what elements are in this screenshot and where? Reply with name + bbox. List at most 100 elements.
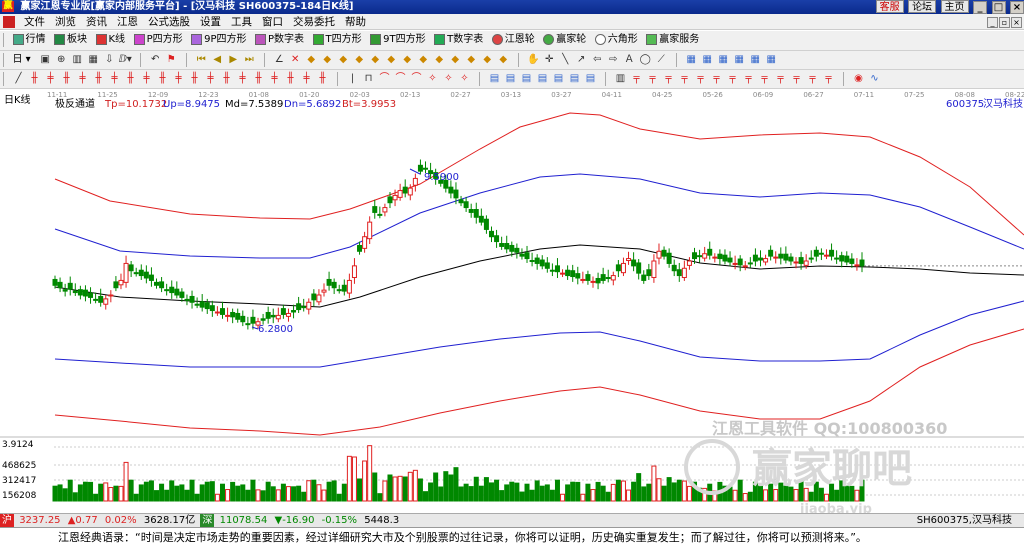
ray-icon[interactable]: ↗ (574, 53, 588, 67)
arrow-down-icon[interactable]: ⇩ (102, 53, 116, 67)
menu-info[interactable]: 资讯 (81, 14, 112, 30)
menu-window[interactable]: 窗口 (257, 14, 288, 30)
grid3-icon[interactable]: ▦ (716, 53, 730, 67)
draw-30-icon[interactable]: ▤ (504, 72, 518, 86)
menu-formula[interactable]: 公式选股 (143, 14, 195, 30)
fan-icon[interactable]: ⟋ (654, 53, 668, 67)
tool-gann-wheel[interactable]: 江恩轮 (490, 31, 538, 49)
grid6-icon[interactable]: ▦ (764, 53, 778, 67)
diamond10-icon[interactable]: ◆ (448, 53, 462, 67)
tool-service[interactable]: 赢家服务 (644, 31, 702, 49)
menu-gann[interactable]: 江恩 (112, 14, 143, 30)
first-icon[interactable]: ⏮ (194, 53, 208, 67)
diamond2-icon[interactable]: ◆ (320, 53, 334, 67)
diamond8-icon[interactable]: ◆ (416, 53, 430, 67)
crosshair-icon[interactable]: ✛ (542, 53, 556, 67)
flag-icon[interactable]: ⚑ (164, 53, 178, 67)
diamond7-icon[interactable]: ◆ (400, 53, 414, 67)
menu-help[interactable]: 帮助 (340, 14, 371, 30)
draw-40-icon[interactable]: ╤ (678, 72, 692, 86)
tool-hexagon[interactable]: 六角形 (593, 31, 641, 49)
draw-14-icon[interactable]: ╫ (220, 72, 234, 86)
prev-icon[interactable]: ◀ (210, 53, 224, 67)
draw-43-icon[interactable]: ╤ (726, 72, 740, 86)
draw-42-icon[interactable]: ╤ (710, 72, 724, 86)
close-icon[interactable]: × (1010, 1, 1024, 14)
draw-39-icon[interactable]: ╤ (662, 72, 676, 86)
text-icon[interactable]: Ａ (622, 53, 636, 67)
mdi-restore-icon[interactable]: ▫ (999, 17, 1010, 28)
draw-45-icon[interactable]: ╤ (758, 72, 772, 86)
link-forum[interactable]: 论坛 (908, 0, 937, 13)
grid2-icon[interactable]: ▦ (700, 53, 714, 67)
draw-20-icon[interactable]: ╫ (316, 72, 330, 86)
draw-4-icon[interactable]: ╫ (60, 72, 74, 86)
last-icon[interactable]: ⏭ (242, 53, 256, 67)
draw-17-icon[interactable]: ╪ (268, 72, 282, 86)
draw-27-icon[interactable]: ✧ (442, 72, 456, 86)
grid1-icon[interactable]: ▦ (684, 53, 698, 67)
draw-44-icon[interactable]: ╤ (742, 72, 756, 86)
adjust-icon[interactable]: ⅅ▾ (118, 53, 132, 67)
draw-22-icon[interactable]: ⊓ (362, 72, 376, 86)
diamond11-icon[interactable]: ◆ (464, 53, 478, 67)
diamond6-icon[interactable]: ◆ (384, 53, 398, 67)
mdi-minimize-icon[interactable]: _ (987, 17, 998, 28)
menu-settings[interactable]: 设置 (195, 14, 226, 30)
line-icon[interactable]: ╲ (558, 53, 572, 67)
arrow-left-icon[interactable]: ⇦ (590, 53, 604, 67)
draw-5-icon[interactable]: ╪ (76, 72, 90, 86)
tool-9p-square[interactable]: 9P四方形 (189, 31, 249, 49)
draw-15-icon[interactable]: ╪ (236, 72, 250, 86)
bars-icon[interactable]: ▦ (86, 53, 100, 67)
draw-6-icon[interactable]: ╫ (92, 72, 106, 86)
tool-winner-wheel[interactable]: 赢家轮 (541, 31, 589, 49)
draw-1-icon[interactable]: ╱ (12, 72, 26, 86)
draw-31-icon[interactable]: ▤ (520, 72, 534, 86)
arrow-right-icon[interactable]: ⇨ (606, 53, 620, 67)
draw-34-icon[interactable]: ▤ (568, 72, 582, 86)
draw-9-icon[interactable]: ╪ (140, 72, 154, 86)
tool-kline[interactable]: K线 (94, 31, 129, 49)
menu-file[interactable]: 文件 (19, 14, 50, 30)
link-service[interactable]: 客服 (875, 0, 904, 13)
draw-8-icon[interactable]: ╫ (124, 72, 138, 86)
draw-23-icon[interactable]: ⌒ (378, 72, 392, 86)
wave-icon[interactable]: ∿ (868, 72, 882, 86)
draw-46-icon[interactable]: ╤ (774, 72, 788, 86)
draw-29-icon[interactable]: ▤ (488, 72, 502, 86)
draw-47-icon[interactable]: ╤ (790, 72, 804, 86)
draw-26-icon[interactable]: ✧ (426, 72, 440, 86)
draw-3-icon[interactable]: ╪ (44, 72, 58, 86)
draw-33-icon[interactable]: ▤ (552, 72, 566, 86)
diamond5-icon[interactable]: ◆ (368, 53, 382, 67)
tool-t-number[interactable]: T数字表 (432, 31, 486, 49)
draw-28-icon[interactable]: ✧ (458, 72, 472, 86)
grid5-icon[interactable]: ▦ (748, 53, 762, 67)
draw-35-icon[interactable]: ▤ (584, 72, 598, 86)
undo-icon[interactable]: ↶ (148, 53, 162, 67)
tool-t-square[interactable]: T四方形 (311, 31, 365, 49)
diamond-icon[interactable]: ◆ (304, 53, 318, 67)
compare-icon[interactable]: ▣ (38, 53, 52, 67)
tool-p-number[interactable]: P数字表 (253, 31, 307, 49)
draw-24-icon[interactable]: ⌒ (394, 72, 408, 86)
diamond3-icon[interactable]: ◆ (336, 53, 350, 67)
zoom-icon[interactable]: ⊕ (54, 53, 68, 67)
angle-icon[interactable]: ∠ (272, 53, 286, 67)
tool-9t-square[interactable]: 9T四方形 (368, 31, 428, 49)
ellipse-icon[interactable]: ◯ (638, 53, 652, 67)
next-icon[interactable]: ▶ (226, 53, 240, 67)
color-wheel-icon[interactable]: ◉ (852, 72, 866, 86)
kline-chart[interactable]: 11-11 11-25 12-09 12-23 01-08 01-20 02-03 02-13… (0, 89, 1024, 513)
draw-32-icon[interactable]: ▤ (536, 72, 550, 86)
draw-36-icon[interactable]: ▥ (614, 72, 628, 86)
grid4-icon[interactable]: ▦ (732, 53, 746, 67)
menu-trade[interactable]: 交易委托 (288, 14, 340, 30)
menu-tools[interactable]: 工具 (226, 14, 257, 30)
draw-12-icon[interactable]: ╫ (188, 72, 202, 86)
diamond12-icon[interactable]: ◆ (480, 53, 494, 67)
draw-49-icon[interactable]: ╤ (822, 72, 836, 86)
draw-48-icon[interactable]: ╤ (806, 72, 820, 86)
tool-p-square[interactable]: P四方形 (132, 31, 186, 49)
